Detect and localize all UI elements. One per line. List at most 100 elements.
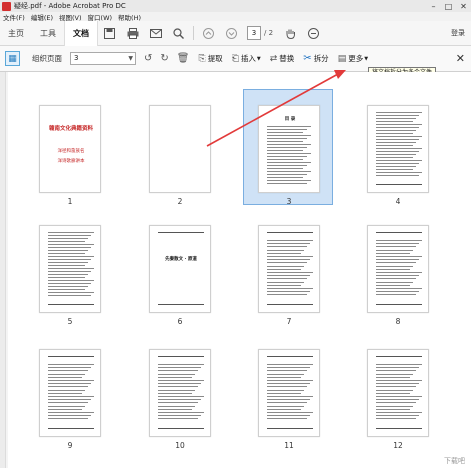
text-line (158, 392, 192, 394)
text-line (48, 277, 85, 278)
page-number-label: 9 (67, 441, 73, 450)
text-line (376, 118, 416, 119)
text-line (267, 129, 307, 130)
text-line (267, 288, 313, 289)
text-line (48, 241, 85, 242)
text-line (376, 139, 419, 140)
text-line (376, 370, 416, 372)
page-thumbnail[interactable] (149, 105, 211, 193)
page-thumbnail[interactable] (367, 105, 429, 193)
print-icon[interactable] (125, 26, 140, 41)
page-number-label: 5 (67, 317, 73, 326)
text-line (158, 376, 192, 378)
menu-help[interactable]: 帮助(H) (115, 12, 144, 22)
page-heading: 先秦散文 · 原道 (165, 257, 197, 262)
text-line (158, 367, 201, 369)
page-up-icon[interactable] (201, 26, 216, 41)
insert-icon: ⎗ (231, 53, 239, 64)
more-button[interactable]: ▤ 更多 ▼ (338, 53, 368, 64)
page-thumbnail[interactable] (258, 225, 320, 313)
close-tool-icon[interactable]: ✕ (456, 52, 465, 65)
text-line (158, 408, 192, 410)
text-line (267, 156, 307, 157)
page-thumbnail[interactable] (39, 225, 101, 313)
tab-tools[interactable]: 工具 (32, 21, 64, 46)
text-line (48, 304, 94, 305)
window-title: 疑经.pdf - Adobe Acrobat Pro DC (14, 2, 126, 10)
text-line (158, 370, 198, 372)
text-line (376, 415, 419, 417)
text-line (267, 153, 311, 154)
text-line (376, 256, 422, 257)
page-thumbnail[interactable] (367, 349, 429, 437)
watermark-logo: 下载吧 (444, 457, 465, 465)
text-line (376, 284, 410, 286)
text-line (48, 373, 85, 375)
email-icon[interactable] (148, 26, 163, 41)
text-line (158, 356, 204, 357)
text-line (267, 392, 301, 394)
hand-tool-icon[interactable] (283, 26, 298, 41)
insert-button[interactable]: ⎗ 插入 ▼ (232, 53, 261, 64)
text-line (267, 284, 301, 286)
text-line (48, 247, 91, 248)
text-line (267, 367, 310, 369)
zoom-out-icon[interactable] (306, 26, 321, 41)
text-line (267, 252, 301, 254)
rotate-right-icon[interactable]: ↻ (160, 53, 168, 64)
text-line (48, 271, 91, 272)
text-line (376, 428, 422, 429)
text-line (158, 383, 201, 385)
insert-label: 插入 (240, 54, 256, 63)
page-thumbnail[interactable]: 先秦散文 · 原道 (149, 225, 211, 313)
text-line (376, 252, 410, 254)
text-line (48, 367, 91, 369)
page-thumbnail[interactable] (149, 349, 211, 437)
replace-button[interactable]: ⇄ 替换 (270, 53, 295, 64)
search-icon[interactable] (171, 26, 186, 41)
text-line (267, 396, 313, 397)
text-line (376, 232, 422, 233)
text-line (376, 265, 413, 267)
text-line (48, 283, 91, 284)
page-thumbnail[interactable]: 赣南文化典籍资料 洋径和畲族名 洋诗歌廊讲本 (39, 105, 101, 193)
text-line (48, 232, 94, 233)
extract-button[interactable]: ⎘ 提取 (198, 53, 222, 64)
text-line (376, 240, 422, 241)
minimize-icon[interactable]: – (426, 2, 441, 11)
text-line (158, 405, 195, 407)
tab-document[interactable]: 文档 (64, 20, 98, 46)
text-line (158, 386, 198, 388)
save-icon[interactable] (102, 26, 117, 41)
rotate-left-icon[interactable]: ↺ (144, 53, 152, 64)
chevron-down-icon: ▼ (364, 55, 369, 62)
text-line (48, 405, 85, 407)
text-line (376, 136, 422, 137)
page-range-select[interactable]: 3 ▼ (70, 52, 136, 65)
page-number-label: 11 (284, 441, 294, 450)
page-thumbnail[interactable] (367, 225, 429, 313)
text-line (267, 278, 307, 280)
page-number-input[interactable]: 3 (247, 26, 261, 40)
close-window-icon[interactable]: ✕ (456, 2, 471, 11)
text-line (48, 295, 91, 296)
page-thumbnail[interactable] (39, 349, 101, 437)
text-line (158, 418, 198, 420)
page-down-icon[interactable] (224, 26, 239, 41)
page-thumbnail[interactable] (258, 349, 320, 437)
text-line (48, 402, 88, 404)
page-number-label: 2 (177, 197, 183, 206)
text-line (376, 408, 410, 410)
page-thumbnail[interactable]: 目 录 (258, 105, 320, 193)
tab-home[interactable]: 主页 (0, 21, 32, 46)
login-link[interactable]: 登录 (451, 28, 465, 38)
page-number-label: 12 (393, 441, 403, 450)
toolbar-separator (193, 26, 194, 40)
split-button[interactable]: ✂ 拆分 (303, 53, 328, 64)
maximize-icon[interactable]: □ (441, 2, 456, 11)
text-line (48, 259, 91, 260)
organize-pages-icon[interactable]: ▦ (5, 51, 20, 66)
delete-icon[interactable]: 🗑 (177, 53, 190, 64)
text-line (376, 151, 419, 152)
text-line (376, 249, 413, 251)
